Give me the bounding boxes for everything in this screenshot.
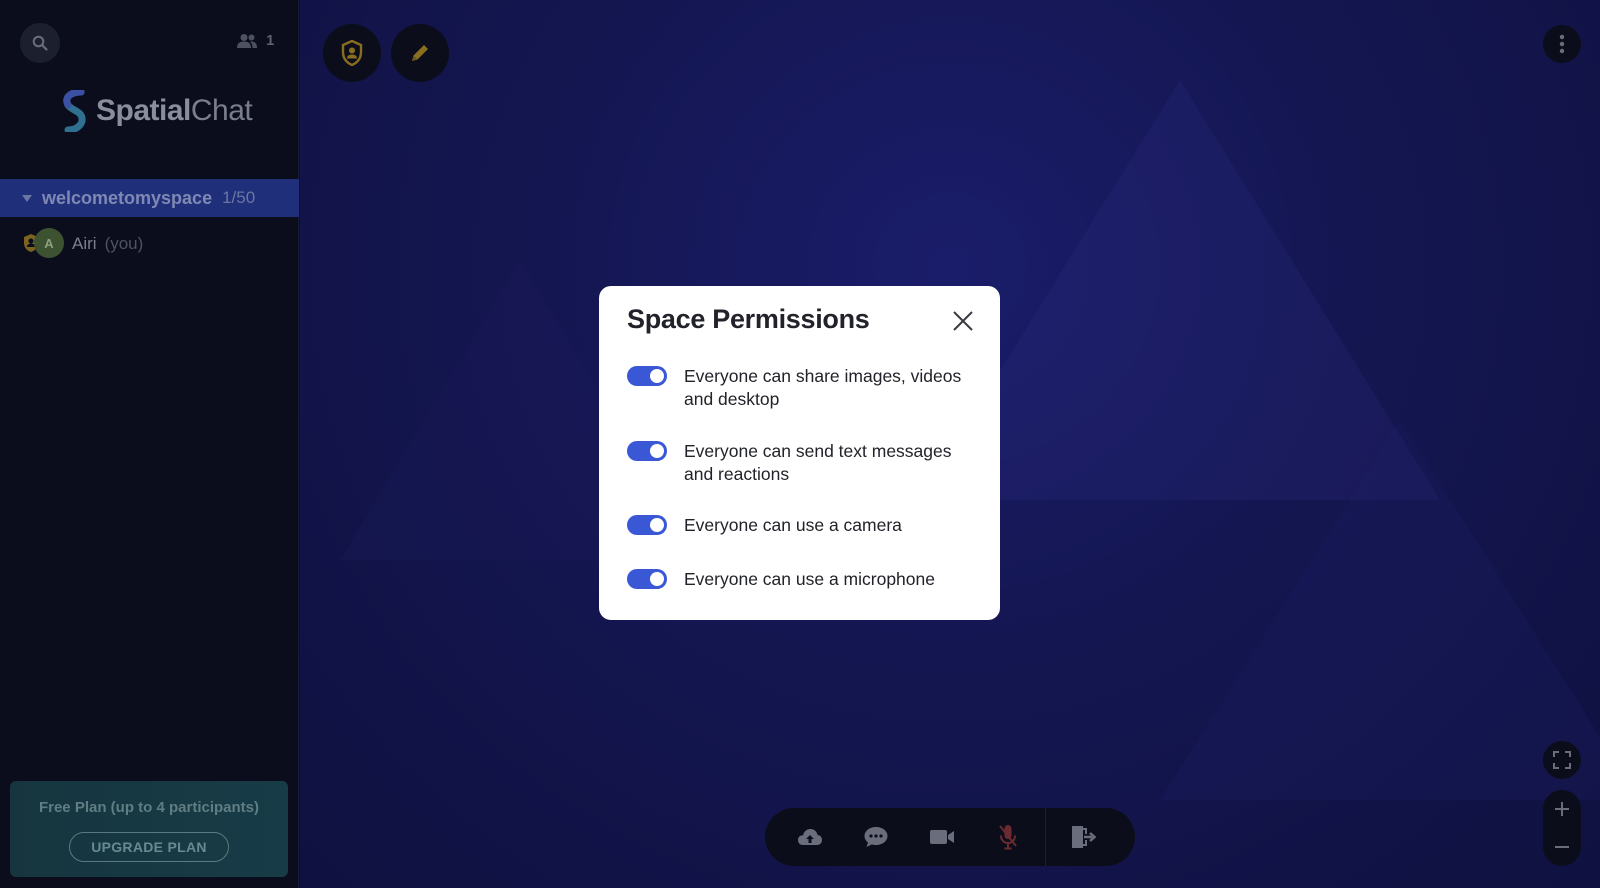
share-upload-icon xyxy=(798,829,822,845)
plan-description: Free Plan (up to 4 participants) xyxy=(38,799,260,816)
participants-counter[interactable]: 1 xyxy=(236,32,274,49)
more-vertical-icon xyxy=(1559,34,1565,54)
share-button[interactable] xyxy=(777,808,843,866)
zoom-in-button[interactable] xyxy=(1543,790,1581,828)
zoom-controls xyxy=(1543,790,1581,866)
text-messages-toggle[interactable] xyxy=(627,441,667,461)
host-controls-button[interactable] xyxy=(323,24,381,82)
participant-count: 1 xyxy=(266,32,275,49)
permission-label: Everyone can send text messages and reac… xyxy=(684,441,952,484)
permission-microphone: Everyone can use a microphone xyxy=(627,568,977,591)
sidebar-header: 1 xyxy=(0,0,299,84)
toolbar-divider xyxy=(1045,808,1046,866)
fullscreen-button[interactable] xyxy=(1543,741,1581,779)
chat-button[interactable] xyxy=(843,808,909,866)
permission-label: Everyone can use a microphone xyxy=(684,569,935,589)
host-shield-icon xyxy=(341,40,363,66)
leave-button[interactable] xyxy=(1050,808,1116,866)
plus-icon xyxy=(1555,802,1569,816)
room-item[interactable]: welcometomyspace 1/50 xyxy=(0,179,299,217)
camera-icon xyxy=(930,830,954,844)
permission-label: Everyone can use a camera xyxy=(684,515,902,535)
user-avatar-group: A xyxy=(22,228,64,260)
dialog-title: Space Permissions xyxy=(627,304,870,334)
spatialchat-logo: SpatialChat xyxy=(62,90,253,132)
plan-card: Free Plan (up to 4 participants) UPGRADE… xyxy=(10,781,288,877)
upgrade-plan-button[interactable]: UPGRADE PLAN xyxy=(69,832,229,862)
pencil-icon xyxy=(412,45,428,61)
camera-button[interactable] xyxy=(909,808,975,866)
share-media-toggle[interactable] xyxy=(627,366,667,386)
zoom-out-button[interactable] xyxy=(1543,828,1581,866)
people-icon xyxy=(237,33,257,48)
permission-label: Everyone can share images, videos and de… xyxy=(684,366,962,409)
camera-toggle[interactable] xyxy=(627,515,667,535)
permission-share-media: Everyone can share images, videos and de… xyxy=(627,365,977,411)
draw-button[interactable] xyxy=(391,24,449,82)
minus-icon xyxy=(1555,846,1569,848)
close-icon[interactable] xyxy=(950,308,976,334)
background-shape xyxy=(1160,420,1600,800)
user-list-item[interactable]: A Airi (you) xyxy=(22,228,143,260)
permission-camera: Everyone can use a camera xyxy=(627,514,977,537)
caret-down-icon[interactable] xyxy=(22,194,32,202)
space-permissions-dialog: Space Permissions Everyone can share ima… xyxy=(599,286,1000,620)
sidebar: 1 SpatialChat welcometomyspace 1/50 A Ai… xyxy=(0,0,299,888)
search-button[interactable] xyxy=(20,23,60,63)
room-occupancy: 1/50 xyxy=(222,188,256,207)
more-menu-button[interactable] xyxy=(1543,25,1581,63)
search-icon xyxy=(32,35,48,51)
logo-text-light: Chat xyxy=(190,94,253,127)
permission-text-messages: Everyone can send text messages and reac… xyxy=(627,440,977,486)
avatar: A xyxy=(34,228,64,258)
microphone-toggle[interactable] xyxy=(627,569,667,589)
leave-icon xyxy=(1072,826,1096,848)
user-self-tag: (you) xyxy=(104,234,144,253)
user-name: Airi xyxy=(72,234,97,253)
logo-mark-icon xyxy=(63,90,86,132)
mic-muted-icon xyxy=(999,825,1017,850)
room-name: welcometomyspace xyxy=(42,187,213,208)
chat-icon xyxy=(864,827,888,847)
fullscreen-icon xyxy=(1553,751,1571,769)
logo-text-bold: Spatial xyxy=(96,94,191,127)
microphone-button[interactable] xyxy=(975,808,1041,866)
bottom-control-bar xyxy=(765,808,1135,866)
